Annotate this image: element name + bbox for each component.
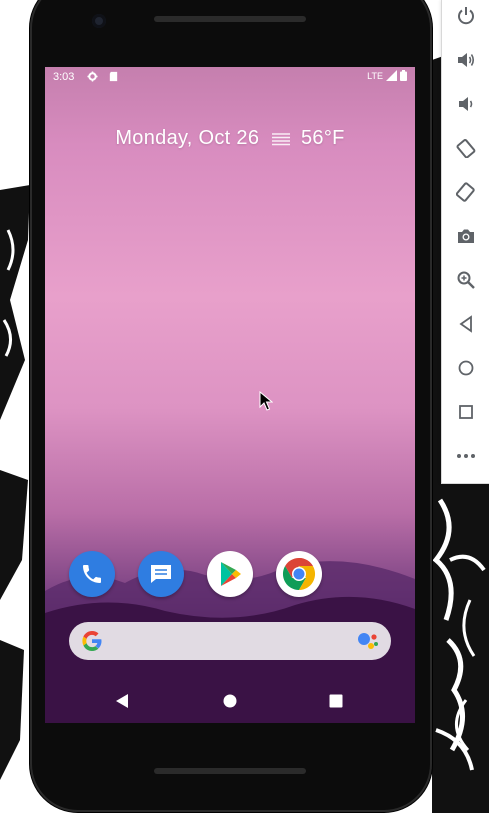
home-screen[interactable]: 3:03 LTE Monday, Oct 26 56°F: [45, 67, 415, 723]
play-store-icon: [221, 562, 241, 586]
home-button[interactable]: [456, 358, 476, 378]
chrome-app-button[interactable]: [276, 551, 322, 597]
date-text: Monday, Oct 26: [115, 127, 260, 150]
overview-button[interactable]: [456, 402, 476, 422]
zoom-icon: [457, 271, 475, 289]
emulator-toolbar: [441, 0, 489, 484]
fog-icon: [272, 132, 291, 146]
mouse-cursor-icon: [259, 391, 273, 411]
zoom-button[interactable]: [456, 270, 476, 290]
screenshot-button[interactable]: [456, 226, 476, 246]
power-icon: [458, 7, 474, 25]
messages-icon: [151, 565, 171, 583]
battery-icon: [400, 70, 407, 81]
navigation-bar: [45, 679, 415, 723]
rotate-left-icon: [456, 139, 476, 158]
more-icon: [457, 454, 475, 458]
status-bar: 3:03 LTE: [45, 67, 415, 89]
camera-icon: [458, 229, 474, 243]
more-button[interactable]: [456, 446, 476, 466]
bottom-speaker: [154, 768, 306, 774]
rotate-right-button[interactable]: [456, 182, 476, 202]
power-button[interactable]: [456, 6, 476, 26]
earpiece-speaker: [154, 16, 306, 22]
date-weather-widget[interactable]: Monday, Oct 26 56°F: [45, 127, 415, 150]
play-store-app-button[interactable]: [207, 551, 253, 597]
rotate-left-button[interactable]: [456, 138, 476, 158]
rotate-right-icon: [456, 182, 475, 202]
volume-down-button[interactable]: [456, 94, 476, 114]
back-icon: [459, 315, 472, 333]
temperature-text: 56°F: [300, 127, 345, 150]
assistant-mic-icon[interactable]: [357, 632, 379, 650]
recents-icon[interactable]: [329, 693, 343, 709]
home-icon[interactable]: [223, 693, 237, 709]
sd-card-icon: [109, 71, 118, 82]
home-icon: [458, 360, 474, 376]
back-button[interactable]: [456, 314, 476, 334]
messages-app-button[interactable]: [138, 551, 184, 597]
volume-down-icon: [459, 97, 473, 111]
volume-up-icon: [458, 53, 475, 67]
chrome-icon: [282, 557, 316, 591]
front-camera: [92, 14, 106, 28]
back-icon[interactable]: [115, 693, 129, 709]
volume-up-button[interactable]: [456, 50, 476, 70]
signal-icon: [386, 70, 397, 81]
overview-icon: [459, 405, 473, 419]
network-type: LTE: [367, 70, 383, 81]
settings-gear-icon: [87, 71, 98, 82]
app-dock: [69, 551, 322, 597]
status-right-icons: LTE: [367, 70, 407, 81]
google-search-bar[interactable]: [69, 622, 391, 660]
status-time: 3:03: [53, 71, 75, 83]
phone-app-button[interactable]: [69, 551, 115, 597]
google-g-icon: [82, 631, 102, 651]
phone-icon: [83, 565, 101, 583]
